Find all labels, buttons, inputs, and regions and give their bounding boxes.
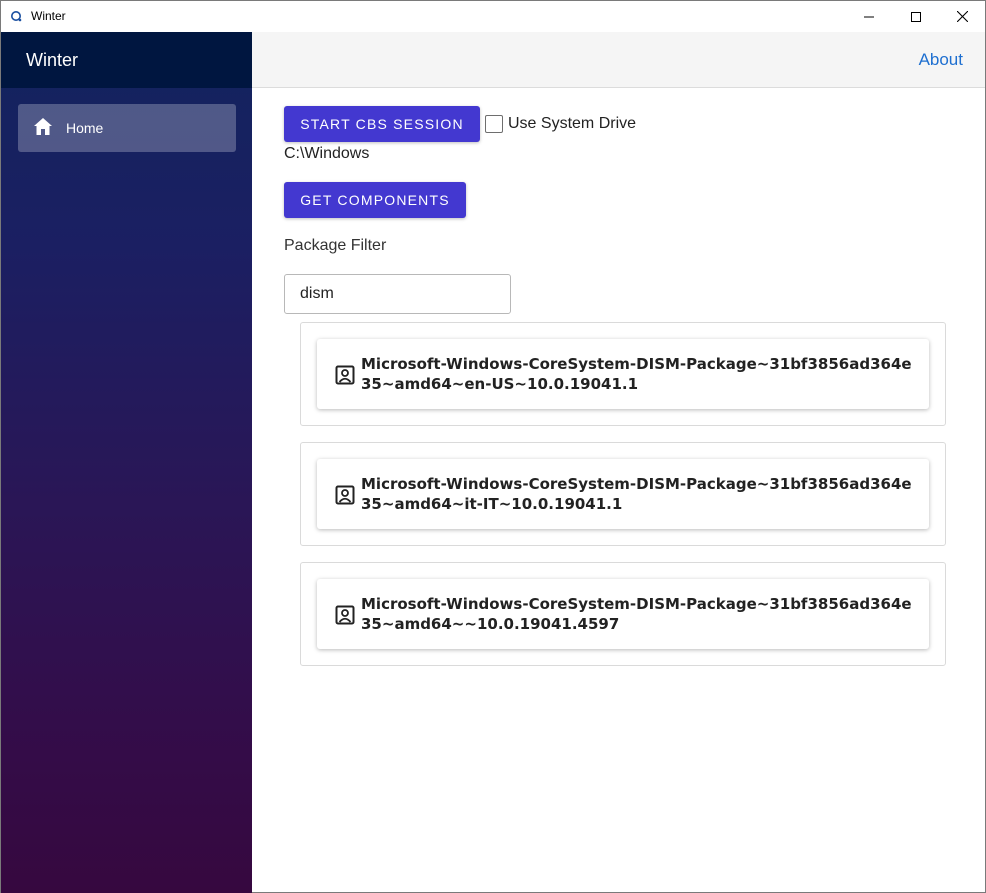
package-icon	[335, 485, 355, 505]
use-system-drive-checkbox[interactable]	[485, 115, 503, 133]
home-icon	[34, 118, 52, 135]
package-icon	[335, 605, 355, 625]
package-card[interactable]: Microsoft-Windows-CoreSystem-DISM-Packag…	[317, 459, 929, 529]
about-link[interactable]: About	[919, 50, 963, 70]
sidebar-header: Winter	[1, 32, 252, 88]
package-card[interactable]: Microsoft-Windows-CoreSystem-DISM-Packag…	[317, 579, 929, 649]
package-name: Microsoft-Windows-CoreSystem-DISM-Packag…	[361, 475, 912, 513]
windows-path-text: C:\Windows	[284, 145, 370, 162]
minimize-icon	[864, 16, 874, 17]
top-app-bar: About	[252, 32, 985, 88]
maximize-icon	[911, 11, 921, 22]
sidebar: Winter Home	[1, 32, 252, 893]
package-card[interactable]: Microsoft-Windows-CoreSystem-DISM-Packag…	[317, 339, 929, 409]
close-icon	[956, 11, 968, 22]
list-item: Microsoft-Windows-CoreSystem-DISM-Packag…	[300, 322, 946, 426]
start-cbs-session-button[interactable]: START CBS SESSION	[284, 106, 480, 142]
list-item: Microsoft-Windows-CoreSystem-DISM-Packag…	[300, 562, 946, 666]
app-icon	[11, 11, 22, 22]
package-filter-label: Package Filter	[284, 237, 387, 254]
package-filter-input[interactable]	[284, 274, 511, 314]
minimize-button[interactable]	[846, 1, 892, 32]
package-name: Microsoft-Windows-CoreSystem-DISM-Packag…	[361, 355, 912, 393]
title-bar[interactable]: Winter	[1, 1, 985, 32]
app-window: Winter Winter Home About START CBS SESSI…	[0, 0, 986, 893]
list-item: Microsoft-Windows-CoreSystem-DISM-Packag…	[300, 442, 946, 546]
maximize-button[interactable]	[893, 1, 939, 32]
use-system-drive-label[interactable]: Use System Drive	[508, 115, 636, 133]
get-components-button[interactable]: GET COMPONENTS	[284, 182, 466, 218]
package-name: Microsoft-Windows-CoreSystem-DISM-Packag…	[361, 595, 912, 633]
window-title: Winter	[31, 9, 66, 23]
sidebar-item-home[interactable]: Home	[18, 104, 236, 152]
package-icon	[335, 365, 355, 385]
sidebar-item-label: Home	[66, 120, 104, 136]
sidebar-title: Winter	[26, 50, 79, 70]
close-button[interactable]	[939, 1, 985, 32]
